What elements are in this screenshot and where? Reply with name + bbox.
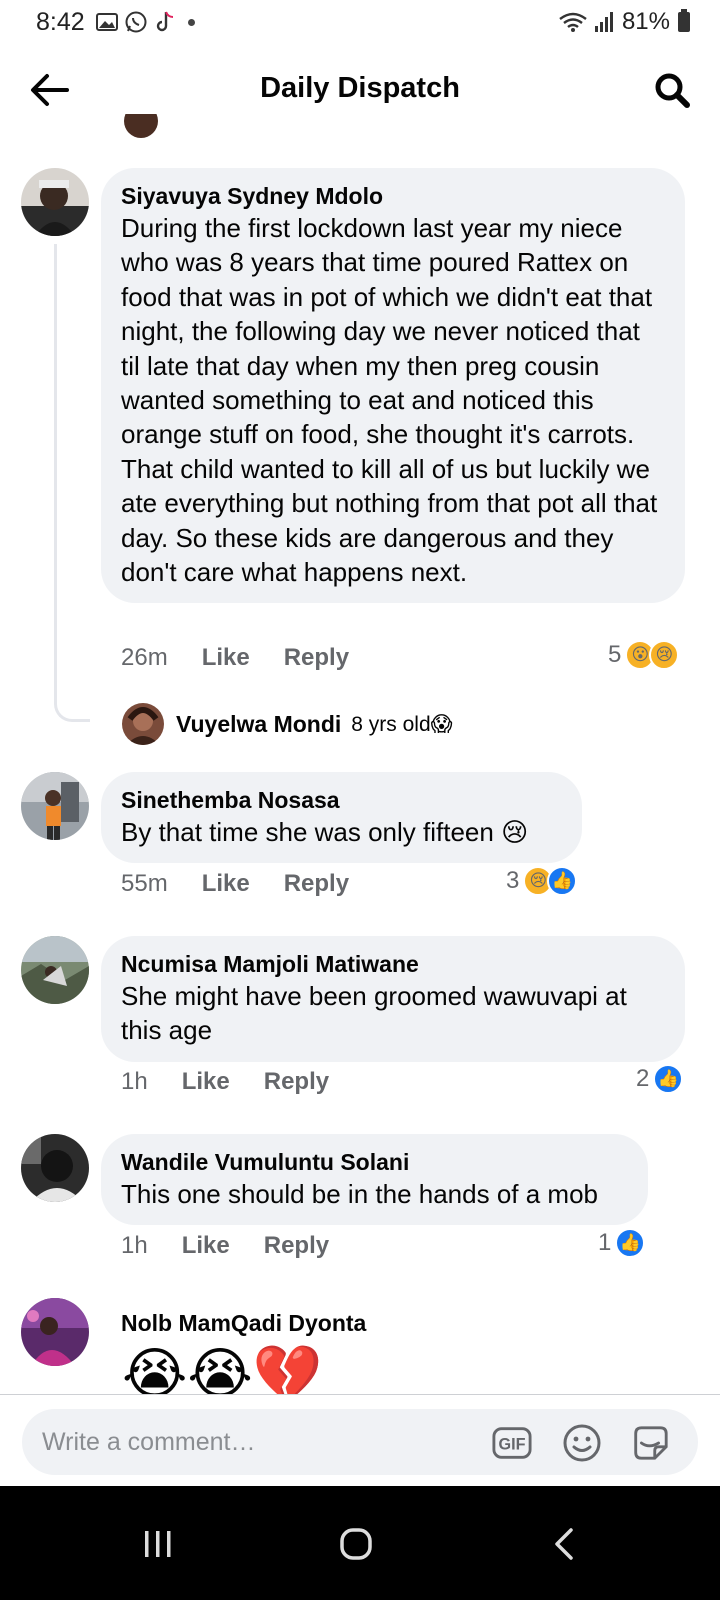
avatar[interactable]	[21, 936, 89, 1004]
comment-text: By that time she was only fifteen 😢	[121, 817, 529, 847]
reaction-summary[interactable]: 1 👍	[598, 1228, 646, 1258]
recent-apps-icon	[145, 1531, 171, 1557]
battery-icon	[678, 9, 690, 32]
status-bar: 8:42 81%	[0, 0, 720, 46]
recent-apps-button[interactable]	[128, 1514, 188, 1574]
reply-button[interactable]: Reply	[264, 1232, 329, 1260]
comment-actions: 1h Like Reply	[121, 1232, 329, 1260]
search-icon	[655, 73, 690, 108]
gif-label: GIF	[499, 1436, 526, 1454]
gif-icon: GIF	[492, 1427, 532, 1459]
notification-icons	[96, 10, 195, 34]
sticker-button[interactable]	[630, 1423, 670, 1463]
comment-bubble: Siyavuya Sydney Mdolo During the first l…	[101, 168, 685, 604]
status-right: 81%	[558, 8, 690, 36]
comment-text: This one should be in the hands of a mob	[121, 1179, 598, 1209]
reaction-count: 1	[598, 1229, 612, 1256]
like-reaction-icon: 👍	[547, 866, 578, 896]
reply-button[interactable]: Reply	[264, 1068, 329, 1096]
reaction-summary[interactable]: 5 😮 😢	[608, 640, 680, 670]
like-button[interactable]: Like	[202, 644, 250, 672]
comment-bubble: Ncumisa Mamjoli Matiwane She might have …	[101, 936, 685, 1062]
comment-time[interactable]: 55m	[121, 870, 168, 898]
reaction-summary[interactable]: 2 👍	[636, 1064, 684, 1094]
emoji-button[interactable]	[562, 1423, 602, 1463]
avatar[interactable]	[21, 1298, 89, 1366]
gif-button[interactable]: GIF	[492, 1423, 532, 1463]
commenter-name[interactable]: Siyavuya Sydney Mdolo	[121, 181, 665, 211]
comment-input[interactable]	[42, 1409, 482, 1475]
avatar[interactable]	[21, 1134, 89, 1202]
comment-actions: 1h Like Reply	[121, 1068, 329, 1096]
like-button[interactable]: Like	[202, 870, 250, 898]
system-nav-bar	[0, 1486, 720, 1600]
commenter-name[interactable]: Nolb MamQadi Dyonta	[121, 1308, 366, 1338]
page-title: Daily Dispatch	[260, 72, 460, 104]
wifi-icon	[559, 12, 587, 32]
whatsapp-icon	[125, 11, 147, 33]
avatar[interactable]	[21, 772, 89, 840]
tiktok-icon	[156, 11, 174, 32]
comment-actions: 55m Like Reply	[121, 870, 349, 898]
reply-text: 8 yrs old😱	[351, 712, 453, 736]
like-reaction-icon: 👍	[615, 1228, 646, 1258]
home-button[interactable]	[326, 1514, 386, 1574]
sticker-icon	[634, 1426, 668, 1460]
sad-reaction-icon: 😢	[649, 640, 680, 670]
status-time: 8:42	[36, 8, 85, 36]
commenter-name[interactable]: Ncumisa Mamjoli Matiwane	[121, 949, 665, 979]
comment-time[interactable]: 1h	[121, 1232, 148, 1260]
reaction-count: 5	[608, 641, 622, 668]
gallery-icon	[96, 13, 118, 31]
like-button[interactable]: Like	[182, 1232, 230, 1260]
reply-button[interactable]: Reply	[284, 870, 349, 898]
emoji-icon	[563, 1424, 601, 1462]
comment-time[interactable]: 26m	[121, 644, 168, 672]
thread-connector	[54, 244, 90, 722]
reaction-summary[interactable]: 3 😢 👍	[506, 866, 578, 896]
reaction-count: 3	[506, 867, 520, 894]
like-reaction-icon: 👍	[653, 1064, 684, 1094]
back-nav-button[interactable]	[534, 1514, 594, 1574]
reply-button[interactable]: Reply	[284, 644, 349, 672]
comment-text: She might have been groomed wawuvapi at …	[121, 981, 627, 1046]
reply-author-name[interactable]: Vuyelwa Mondi	[176, 711, 341, 738]
battery-percent: 81%	[621, 8, 670, 35]
avatar[interactable]	[122, 703, 164, 745]
app-header: Daily Dispatch	[0, 50, 720, 130]
commenter-name[interactable]: Wandile Vumuluntu Solani	[121, 1147, 628, 1177]
search-button[interactable]	[648, 66, 696, 114]
avatar[interactable]	[21, 168, 89, 236]
commenter-name[interactable]: Sinethemba Nosasa	[121, 785, 562, 815]
dot-icon	[188, 18, 195, 26]
chevron-left-icon	[555, 1528, 573, 1560]
comment-time[interactable]: 1h	[121, 1068, 148, 1096]
comment-actions: 26m Like Reply	[121, 644, 349, 672]
reaction-count: 2	[636, 1065, 650, 1092]
comment-bubble: Wandile Vumuluntu Solani This one should…	[101, 1134, 648, 1226]
comment-bubble: Sinethemba Nosasa By that time she was o…	[101, 772, 582, 864]
reply-preview[interactable]: Vuyelwa Mondi 8 yrs old😱	[122, 702, 453, 746]
like-button[interactable]: Like	[182, 1068, 230, 1096]
signal-icon	[594, 12, 613, 32]
home-icon	[340, 1528, 372, 1560]
comment-text: During the first lockdown last year my n…	[121, 213, 658, 588]
comment-author: Nolb MamQadi Dyonta	[121, 1308, 366, 1338]
scrolled-avatar	[124, 114, 158, 138]
comment-composer: GIF	[0, 1394, 720, 1486]
composer-box: GIF	[22, 1409, 698, 1475]
